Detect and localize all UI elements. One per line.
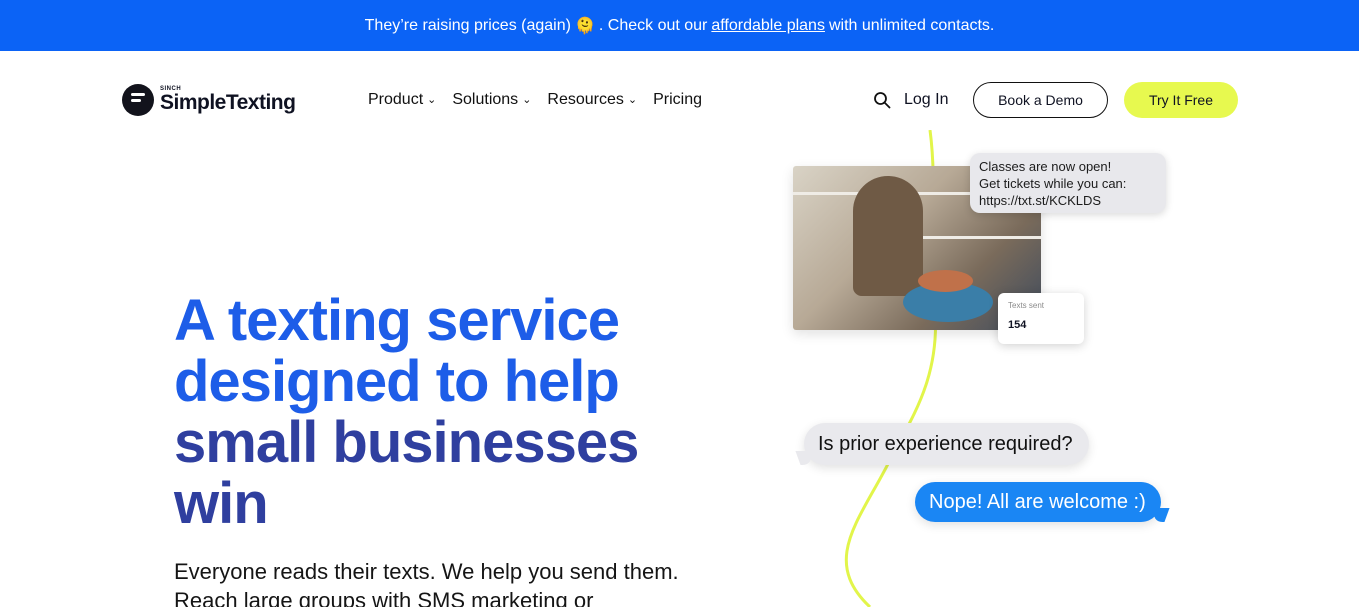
- answer-text: Nope! All are welcome :): [929, 490, 1146, 513]
- chat-bubble-icon: [122, 84, 154, 116]
- hero-title-line: designed to help: [174, 349, 620, 414]
- banner-text-middle: . Check out our: [598, 16, 708, 34]
- menu-item-product[interactable]: Product ⌄: [368, 91, 436, 109]
- sms-message-bubble: Classes are now open! Get tickets while …: [970, 153, 1166, 213]
- logo-name: SimpleTexting: [160, 90, 296, 114]
- affordable-plans-link[interactable]: affordable plans: [711, 17, 825, 35]
- banner-text-before: They’re raising prices (again): [364, 16, 571, 34]
- search-icon[interactable]: [873, 91, 891, 109]
- melting-face-icon: 🫠: [574, 17, 595, 35]
- stat-label: Texts sent: [1008, 301, 1045, 310]
- logo-text: SINCH SimpleTexting: [160, 86, 296, 115]
- menu-item-solutions[interactable]: Solutions ⌄: [452, 91, 531, 109]
- chevron-down-icon: ⌄: [522, 93, 532, 106]
- message-line: Get tickets while you can:: [979, 176, 1127, 191]
- main-menu: Product ⌄ Solutions ⌄ Resources ⌄ Pricin…: [368, 91, 702, 109]
- book-demo-button[interactable]: Book a Demo: [973, 82, 1108, 118]
- logo[interactable]: SINCH SimpleTexting: [122, 84, 296, 116]
- hero-subtitle-line: Everyone reads their texts. We help you …: [174, 559, 679, 584]
- menu-item-resources[interactable]: Resources ⌄: [547, 91, 637, 109]
- question-text: Is prior experience required?: [818, 432, 1073, 455]
- answer-bubble: Nope! All are welcome :): [915, 482, 1161, 522]
- hero-title-line: small businesses: [174, 410, 639, 475]
- chevron-down-icon: ⌄: [427, 93, 437, 106]
- login-link[interactable]: Log In: [904, 91, 948, 109]
- message-line: Classes are now open!: [979, 159, 1112, 174]
- hero-title: A texting service designed to help small…: [174, 290, 694, 534]
- question-bubble: Is prior experience required?: [804, 423, 1089, 465]
- texts-sent-card: Texts sent 154: [998, 293, 1084, 344]
- banner-text-after: with unlimited contacts.: [828, 16, 995, 34]
- promo-banner: They’re raising prices (again) 🫠 . Check…: [0, 0, 1359, 51]
- chevron-down-icon: ⌄: [627, 93, 638, 106]
- hero-subtitle-line: Reach large groups with SMS marketing or: [174, 588, 594, 607]
- top-navigation: SINCH SimpleTexting Product ⌄ Solutions …: [0, 51, 1359, 149]
- try-free-button[interactable]: Try It Free: [1124, 82, 1238, 118]
- menu-item-pricing[interactable]: Pricing: [653, 91, 702, 109]
- menu-item-label: Resources: [547, 91, 624, 108]
- menu-item-label: Product: [368, 91, 424, 108]
- hero-subtitle: Everyone reads their texts. We help you …: [174, 557, 794, 607]
- message-line: https://txt.st/KCKLDS: [979, 193, 1102, 208]
- stat-value: 154: [1008, 319, 1027, 331]
- menu-item-label: Pricing: [653, 91, 703, 108]
- hero-title-line: win: [174, 471, 269, 536]
- hero-title-line: A texting service: [174, 288, 620, 353]
- menu-item-label: Solutions: [452, 91, 519, 108]
